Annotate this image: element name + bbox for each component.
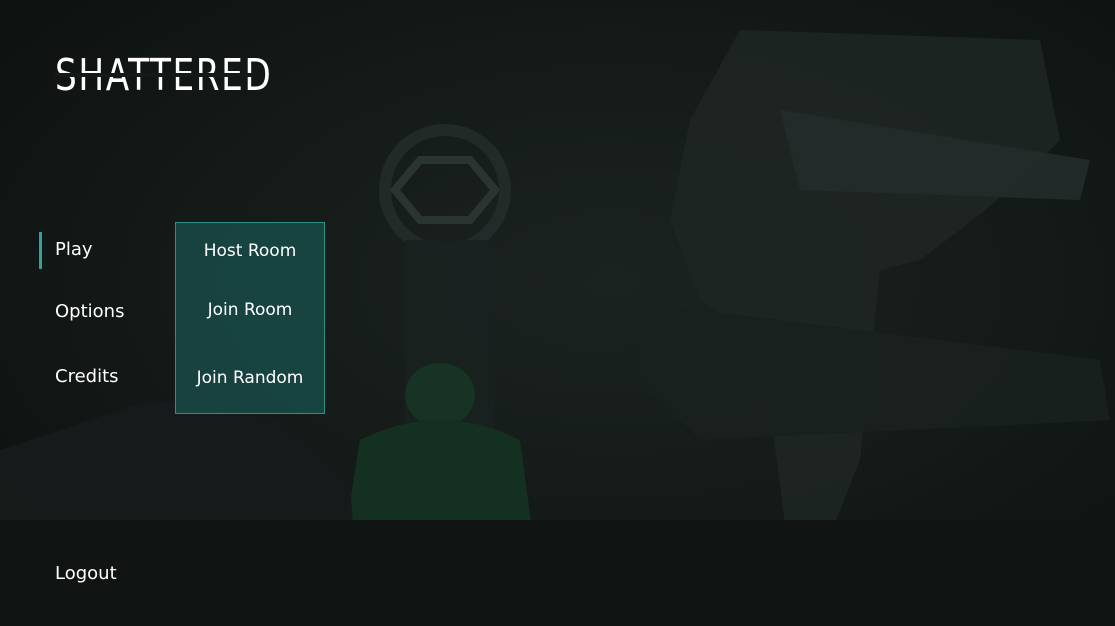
menu-selected-indicator (39, 232, 42, 269)
game-logo: SHATTERED (55, 52, 272, 100)
logout-button[interactable]: Logout (55, 563, 117, 585)
menu-item-play[interactable]: Play (55, 239, 93, 261)
logo-crack-line (55, 73, 258, 77)
background-emblem (379, 124, 511, 256)
menu-item-options[interactable]: Options (55, 301, 124, 323)
background-figure-head (405, 363, 475, 427)
background-emblem-hex (389, 156, 501, 224)
menu-item-credits[interactable]: Credits (55, 366, 119, 388)
background-structure (670, 30, 1060, 560)
host-room-button[interactable]: Host Room (176, 240, 324, 262)
join-random-button[interactable]: Join Random (176, 367, 324, 389)
play-submenu-panel: Host Room Join Room Join Random (175, 222, 325, 414)
main-menu-screen: SHATTERED Play Options Credits Logout Ho… (0, 0, 1115, 626)
join-room-button[interactable]: Join Room (176, 299, 324, 321)
background-ground (0, 520, 1115, 626)
